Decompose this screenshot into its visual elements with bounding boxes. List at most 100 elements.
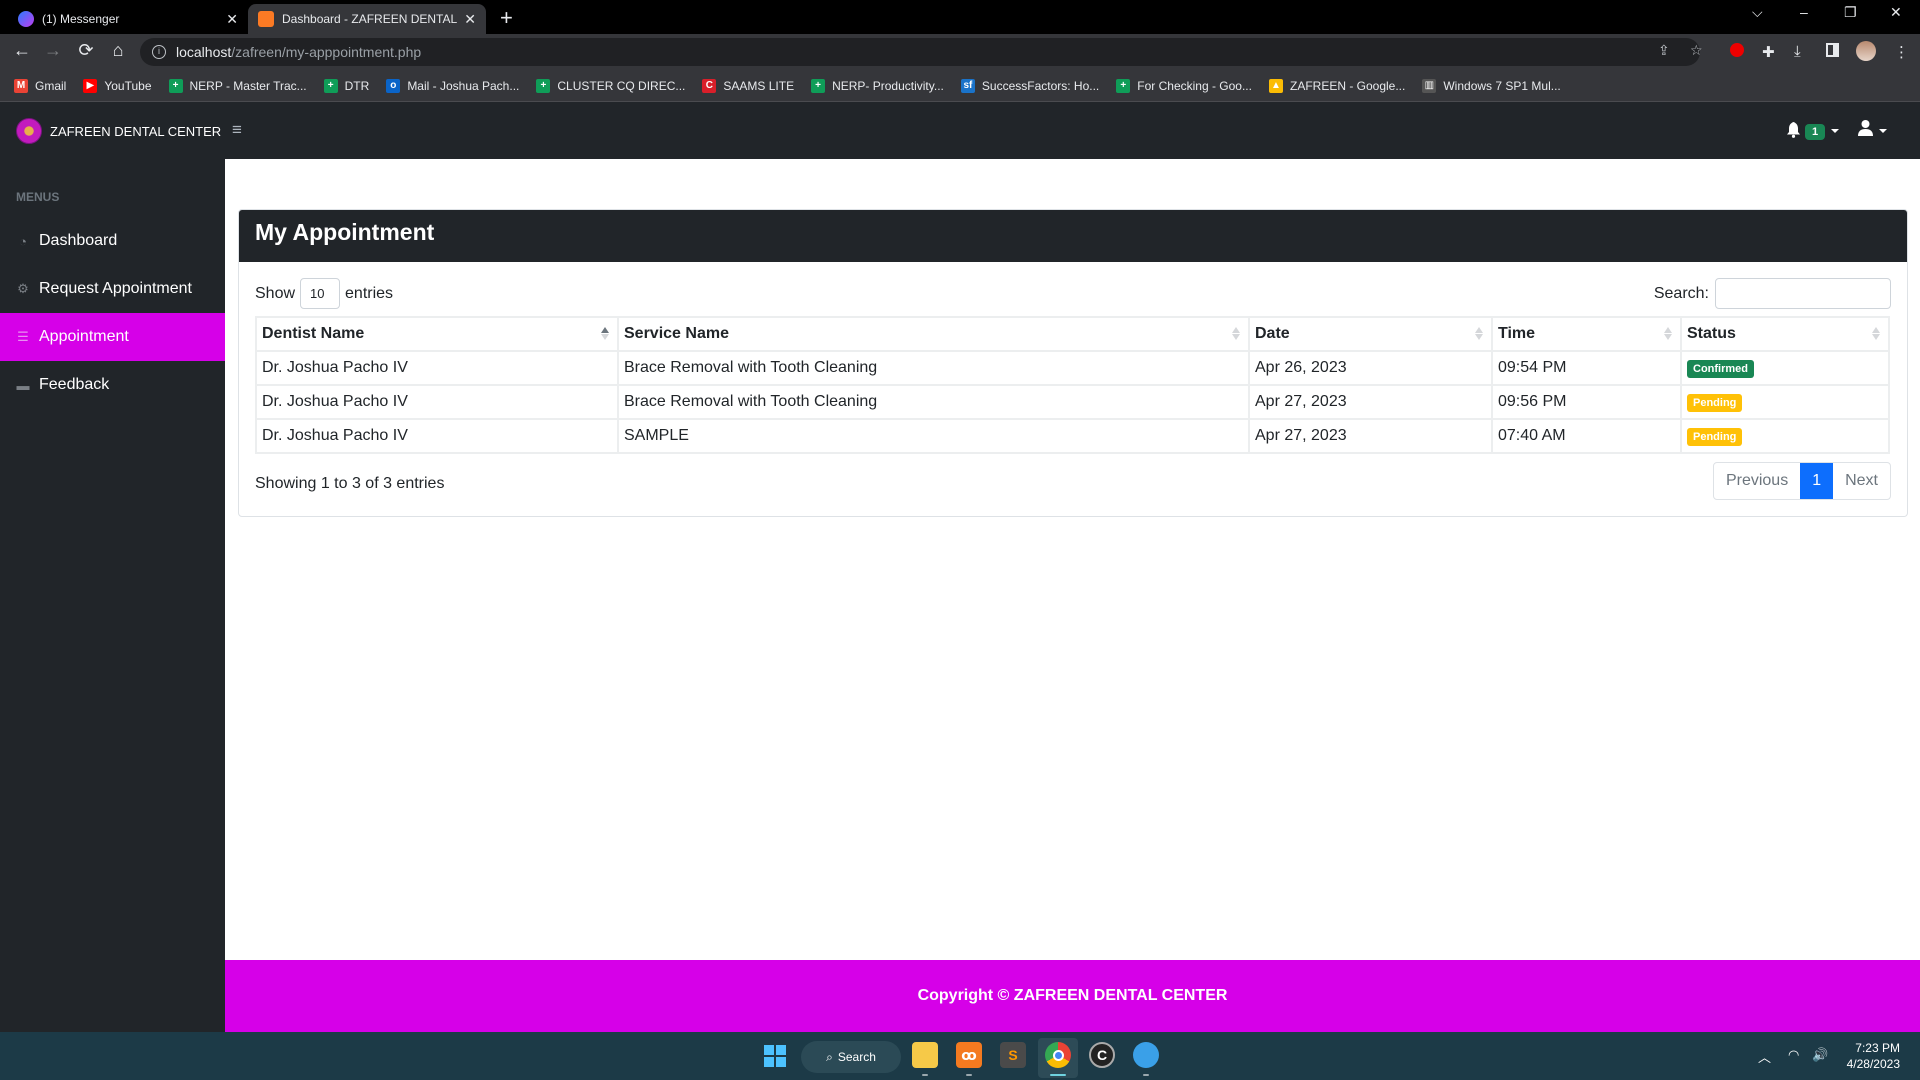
windows-taskbar: ⌕ Search ꝏ S C ︿ ◠ 🔊 7:23 PM 4/28/2023 xyxy=(0,1032,1920,1080)
column-header-status[interactable]: Status xyxy=(1680,316,1890,352)
tab-title: (1) Messenger xyxy=(42,12,120,26)
bookmark-item[interactable]: ▲ ZAFREEN - Google... xyxy=(1268,78,1405,93)
tab-title: Dashboard - ZAFREEN DENTAL C xyxy=(282,12,459,26)
extensions-puzzle-icon[interactable]: ✚ xyxy=(1762,43,1775,61)
new-tab-button[interactable]: + xyxy=(500,5,513,31)
close-tab-icon[interactable]: ✕ xyxy=(464,11,476,28)
page-1-button[interactable]: 1 xyxy=(1800,463,1834,499)
close-tab-icon[interactable]: ✕ xyxy=(226,11,238,28)
site-info-icon[interactable]: i xyxy=(152,45,166,59)
page-length-control: Show 10 entries xyxy=(255,278,393,309)
back-button[interactable]: ← xyxy=(10,40,34,61)
table-info: Showing 1 to 3 of 3 entries xyxy=(255,475,445,492)
bookmark-item[interactable]: M Gmail xyxy=(14,78,66,93)
notification-dropdown-caret[interactable] xyxy=(1831,129,1839,133)
sidebar-toggle-icon[interactable]: ≡ xyxy=(232,120,242,140)
column-header-dentist-name[interactable]: Dentist Name xyxy=(255,316,619,352)
share-icon[interactable]: ⇪ xyxy=(1658,42,1670,59)
column-header-time[interactable]: Time xyxy=(1491,316,1682,352)
sidebar-item-appointment[interactable]: ☰ Appointment xyxy=(0,313,225,361)
ccleaner-icon[interactable]: C xyxy=(1089,1042,1115,1068)
column-header-service-name[interactable]: Service Name xyxy=(617,316,1250,352)
list-icon: ☰ xyxy=(17,329,29,344)
bookmark-star-icon[interactable]: ☆ xyxy=(1690,42,1703,59)
xampp-icon[interactable]: ꝏ xyxy=(956,1042,982,1068)
reload-button[interactable]: ⟳ xyxy=(74,40,98,61)
minimize-button[interactable]: – xyxy=(1800,4,1808,20)
wifi-icon[interactable]: ◠ xyxy=(1788,1047,1799,1063)
page-length-select[interactable]: 10 xyxy=(300,278,341,309)
profile-avatar[interactable] xyxy=(1856,41,1876,61)
restore-button[interactable]: ❐ xyxy=(1844,4,1857,21)
sidebar-item-request-appointment[interactable]: ⚙ Request Appointment xyxy=(0,265,225,313)
sidebar-item-feedback[interactable]: ▬ Feedback xyxy=(0,361,225,409)
sort-icon xyxy=(1872,327,1880,340)
cell-service: Brace Removal with Tooth Cleaning xyxy=(617,384,1250,420)
notification-count-badge[interactable]: 1 xyxy=(1805,124,1826,140)
search-input[interactable] xyxy=(1715,278,1891,309)
clock-date: 4/28/2023 xyxy=(1846,1057,1900,1071)
bookmark-label: SuccessFactors: Ho... xyxy=(981,78,1100,93)
status-badge: Pending xyxy=(1687,427,1743,446)
appointments-card: My Appointment Show 10 entries Search: D… xyxy=(238,209,1908,517)
column-header-date[interactable]: Date xyxy=(1248,316,1493,352)
brand-link[interactable]: ZAFREEN DENTAL CENTER xyxy=(16,118,221,144)
bookmark-item[interactable]: C SAAMS LITE xyxy=(702,78,794,93)
show-hidden-icons-chevron[interactable]: ︿ xyxy=(1758,1047,1771,1066)
next-page-button[interactable]: Next xyxy=(1833,463,1890,499)
sidebar-item-dashboard[interactable]: ◔ Dashboard xyxy=(0,217,225,265)
bookmark-label: Windows 7 SP1 Mul... xyxy=(1443,78,1561,93)
bell-icon[interactable] xyxy=(1786,122,1801,142)
sheets-icon: + xyxy=(1116,78,1131,93)
previous-page-button[interactable]: Previous xyxy=(1714,463,1800,499)
bookmark-item[interactable]: + For Checking - Goo... xyxy=(1116,78,1252,93)
cell-status: Confirmed xyxy=(1680,350,1890,386)
user-dropdown-caret[interactable] xyxy=(1879,129,1887,133)
cell-dentist: Dr. Joshua Pacho IV xyxy=(255,350,619,386)
sublime-text-icon[interactable]: S xyxy=(1000,1042,1026,1068)
side-panel-icon[interactable] xyxy=(1826,43,1839,57)
sheets-icon: + xyxy=(323,78,338,93)
taskbar-search-button[interactable]: ⌕ Search xyxy=(801,1041,901,1073)
sidebar-item-label: Dashboard xyxy=(39,232,118,249)
sidebar-item-label: Appointment xyxy=(39,328,129,345)
bookmark-item[interactable]: + NERP- Productivity... xyxy=(811,78,944,93)
browser-tab-messenger[interactable]: (1) Messenger ✕ xyxy=(8,4,248,34)
system-clock[interactable]: 7:23 PM 4/28/2023 xyxy=(1847,1040,1900,1072)
sort-icon xyxy=(1664,327,1672,340)
status-badge: Confirmed xyxy=(1687,359,1754,378)
bookmark-item[interactable]: o Mail - Joshua Pach... xyxy=(386,78,519,93)
bookmark-item[interactable]: + NERP - Master Trac... xyxy=(168,78,307,93)
sidebar-item-label: Feedback xyxy=(39,376,110,393)
extension-opera-icon[interactable] xyxy=(1730,43,1744,57)
file-explorer-icon[interactable] xyxy=(912,1042,938,1068)
successfactors-icon: sf xyxy=(960,78,975,93)
forward-button[interactable]: → xyxy=(41,40,65,61)
bookmark-item[interactable]: + CLUSTER CQ DIREC... xyxy=(536,78,685,93)
paint-icon[interactable] xyxy=(1133,1042,1159,1068)
close-window-button[interactable]: ✕ xyxy=(1890,4,1902,21)
table-row: Dr. Joshua Pacho IV SAMPLE Apr 27, 2023 07:… xyxy=(255,418,1890,454)
brand-name: ZAFREEN DENTAL CENTER xyxy=(50,123,222,139)
bookmark-item[interactable]: + DTR xyxy=(323,78,369,93)
windows-start-icon[interactable] xyxy=(764,1045,786,1067)
download-icon[interactable]: ⤓ xyxy=(1794,43,1801,60)
bookmark-item[interactable]: sf SuccessFactors: Ho... xyxy=(960,78,1100,93)
volume-icon[interactable]: 🔊 xyxy=(1812,1047,1828,1063)
copyright-text: Copyright © ZAFREEN DENTAL CENTER xyxy=(917,987,1228,1004)
cell-status: Pending xyxy=(1680,384,1890,420)
youtube-icon: ▶ xyxy=(83,78,98,93)
sidebar-heading: MENUS xyxy=(16,190,60,204)
user-icon[interactable] xyxy=(1858,120,1873,141)
browser-menu-icon[interactable]: ⋮ xyxy=(1894,43,1909,61)
bookmark-item[interactable]: ▶ YouTube xyxy=(83,78,152,93)
home-button[interactable]: ⌂ xyxy=(106,40,130,61)
chrome-icon[interactable] xyxy=(1045,1042,1071,1068)
bookmark-item[interactable]: ▥ Windows 7 SP1 Mul... xyxy=(1422,78,1561,93)
address-bar[interactable]: i localhost/zafreen/my-apppointment.php xyxy=(140,38,1700,66)
tab-search-icon[interactable]: ⌵ xyxy=(1752,4,1763,21)
sort-icon xyxy=(1232,327,1240,340)
column-label: Date xyxy=(1255,325,1290,342)
browser-tab-dashboard[interactable]: Dashboard - ZAFREEN DENTAL C ✕ xyxy=(248,4,486,34)
pagination: Previous 1 Next xyxy=(1712,462,1891,500)
